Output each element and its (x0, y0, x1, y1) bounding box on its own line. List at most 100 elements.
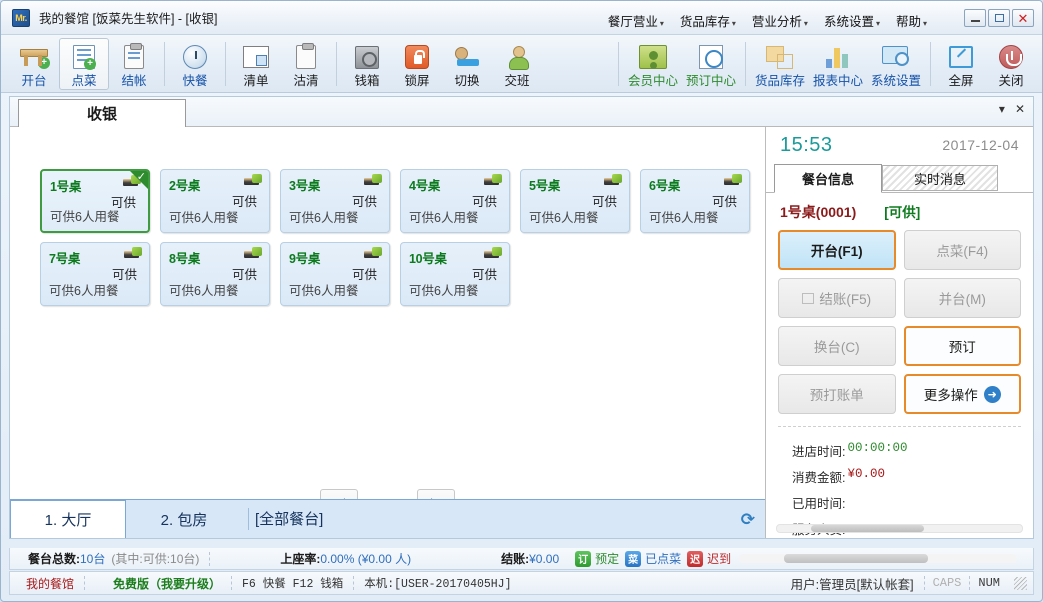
toolbar-label: 报表中心 (812, 74, 863, 88)
menu-restaurant-business[interactable]: 餐厅营业 ▾ (601, 9, 671, 32)
clock-row: 15:53 2017-12-04 (766, 127, 1033, 163)
scroll-thumb[interactable] (811, 525, 924, 532)
menu-label: 系统设置 (823, 15, 874, 29)
table-card[interactable]: 6号桌 可供 可供6人用餐 (640, 169, 750, 233)
toolbar-divider (164, 42, 165, 86)
order-dish-button[interactable]: 点菜(F4) (903, 230, 1021, 270)
toolbar-list[interactable]: 清单 (231, 38, 281, 90)
toolbar-label: 关闭 (998, 74, 1024, 88)
toolbar-fullscreen[interactable]: 全屏 (936, 38, 986, 90)
toolbar-switch-user[interactable]: 切换 (442, 38, 492, 90)
toolbar-soldout[interactable]: 沽清 (281, 38, 331, 90)
area-all-tables-label[interactable]: [全部餐台] (255, 508, 323, 538)
status-bar-info: 我的餐馆 免费版（我要升级） F6 快餐 F12 钱箱 本机:[USER-201… (9, 571, 1034, 595)
tab-table-info[interactable]: 餐台信息 (774, 164, 882, 193)
pre-print-bill-button[interactable]: 预打账单 (778, 374, 896, 414)
toolbar-divider (336, 42, 337, 86)
legend-reserved: 订 预定 (575, 550, 619, 567)
close-button[interactable]: ✕ (1012, 9, 1034, 27)
document-tab-bar: 收银 ▾ ✕ (10, 97, 1033, 128)
caps-lock-indicator: CAPS (932, 576, 962, 590)
table-card[interactable]: 4号桌 可供 可供6人用餐 (400, 169, 510, 233)
toolbar-order-dish[interactable]: + 点菜 (59, 38, 109, 90)
toolbar-report-center[interactable]: 报表中心 (809, 38, 867, 90)
more-actions-button[interactable]: 更多操作 ➜ (903, 374, 1021, 414)
table-name: 6号桌 (649, 179, 681, 193)
settle-bill-label: 结账(F5) (819, 292, 872, 307)
toolbar-fastfood[interactable]: 快餐 (170, 38, 220, 90)
tab-close-icon[interactable]: ✕ (1015, 102, 1025, 116)
menu-goods-inventory[interactable]: 货品库存 ▾ (673, 9, 743, 32)
reserved-badge-icon: 订 (575, 550, 592, 567)
settlement-label: 结账: (501, 552, 530, 566)
open-table-button[interactable]: 开台(F1) (778, 230, 896, 270)
scroll-thumb[interactable] (783, 554, 929, 563)
order-doc-icon: + (68, 42, 100, 70)
current-user: 用户:管理员[默认帐套] (790, 577, 914, 592)
toolbar-lock-screen[interactable]: 锁屏 (392, 38, 442, 90)
menu-label: 营业分析 (751, 15, 802, 29)
toolbar-divider (745, 42, 746, 86)
toolbar-reservation-center[interactable]: 预订中心 (682, 38, 740, 90)
table-card[interactable]: 10号桌 可供 可供6人用餐 (400, 242, 510, 306)
table-card[interactable]: 1号桌 ✓ 可供 可供6人用餐 (40, 169, 150, 233)
refresh-icon[interactable]: ⟳ (741, 510, 755, 530)
reserve-button[interactable]: 预订 (903, 326, 1021, 366)
cashbox-icon (351, 42, 383, 69)
chevron-down-icon: ▾ (922, 19, 927, 28)
menu-business-analysis[interactable]: 营业分析 ▾ (745, 9, 815, 32)
tab-list-dropdown-icon[interactable]: ▾ (999, 102, 1005, 116)
menu-system-settings[interactable]: 系统设置 ▾ (817, 9, 887, 32)
total-tables-note: (其中:可供:10台) (111, 552, 200, 566)
resize-grip-icon[interactable] (1014, 576, 1027, 590)
table-card[interactable]: 9号桌 可供 可供6人用餐 (280, 242, 390, 306)
table-card[interactable]: 8号桌 可供 可供6人用餐 (160, 242, 270, 306)
table-name: 5号桌 (529, 179, 561, 193)
menu-help[interactable]: 帮助 ▾ (889, 9, 934, 32)
table-flag-icon (124, 247, 142, 260)
detail-label: 进店时间: (792, 445, 846, 459)
horizontal-scrollbar[interactable] (739, 554, 1017, 563)
table-name: 8号桌 (169, 252, 201, 266)
system-settings-icon (880, 42, 912, 69)
toolbar-system-settings[interactable]: 系统设置 (867, 38, 925, 90)
panel-horizontal-scrollbar[interactable] (776, 524, 1023, 533)
table-name: 3号桌 (289, 179, 321, 193)
table-info-panel: 15:53 2017-12-04 餐台信息 实时消息 1号桌(0001) [可供… (765, 127, 1033, 563)
table-flag-icon (244, 247, 262, 260)
maximize-button[interactable] (988, 9, 1010, 27)
change-table-button[interactable]: 换台(C) (778, 326, 896, 366)
action-button-grid: 开台(F1) 点菜(F4) 结账(F5) 并台(M) 换台(C) 预订 预打账单… (766, 226, 1033, 414)
window-controls: ✕ (964, 9, 1034, 27)
occupancy-label: 上座率: (280, 552, 321, 566)
toolbar-member-center[interactable]: 会员中心 (624, 38, 682, 90)
toolbar-close-app[interactable]: 关闭 (986, 38, 1036, 90)
arrow-right-circle-icon: ➜ (983, 385, 1001, 403)
document-tab-controls: ▾ ✕ (999, 102, 1025, 116)
table-card[interactable]: 5号桌 可供 可供6人用餐 (520, 169, 630, 233)
tab-cashier[interactable]: 收银 (18, 99, 186, 128)
table-card[interactable]: 2号桌 可供 可供6人用餐 (160, 169, 270, 233)
edition-upgrade-link[interactable]: 免费版（我要升级） (103, 575, 231, 592)
tab-realtime-message[interactable]: 实时消息 (882, 165, 998, 191)
area-tab-private-room[interactable]: 2. 包房 (126, 500, 242, 538)
table-card[interactable]: 7号桌 可供 可供6人用餐 (40, 242, 150, 306)
toolbar-inventory[interactable]: 货品库存 (751, 38, 809, 90)
toolbar-shift-handover[interactable]: 交班 (492, 38, 542, 90)
toolbar-checkout[interactable]: 结帐 (109, 38, 159, 90)
legend-late: 迟 迟到 (687, 550, 731, 567)
toolbar-label: 会员中心 (627, 74, 678, 88)
detail-row-amount: 消费金额: ¥0.00 (792, 467, 1007, 486)
toolbar-cashbox[interactable]: 钱箱 (342, 38, 392, 90)
current-time: 15:53 (780, 133, 833, 156)
table-card[interactable]: 3号桌 可供 可供6人用餐 (280, 169, 390, 233)
table-name: 1号桌 (50, 180, 82, 194)
toolbar-label: 沽清 (293, 74, 319, 88)
merge-table-button[interactable]: 并台(M) (903, 278, 1021, 318)
minimize-button[interactable] (964, 9, 986, 27)
settle-bill-button[interactable]: 结账(F5) (778, 278, 896, 318)
toolbar-label: 锁屏 (404, 74, 430, 88)
toolbar-open-table[interactable]: + 开台 (9, 38, 59, 90)
area-tab-hall[interactable]: 1. 大厅 (10, 500, 126, 538)
table-name: 4号桌 (409, 179, 441, 193)
